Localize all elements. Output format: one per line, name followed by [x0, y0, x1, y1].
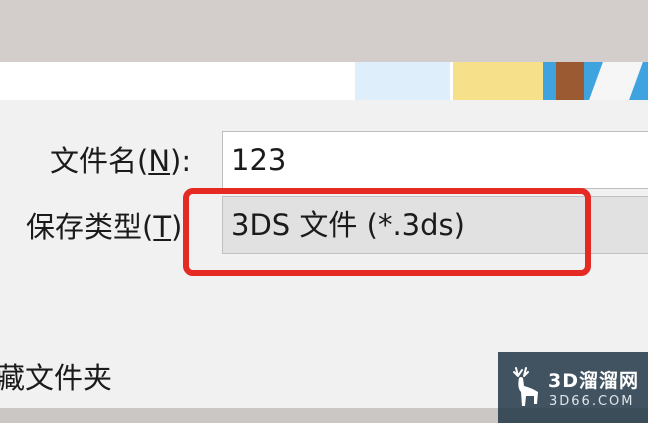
- watermark: 3D溜溜网 3D66.COM: [498, 352, 648, 423]
- watermark-name: 3D溜溜网: [548, 370, 639, 392]
- file-thumbnail: [355, 62, 450, 100]
- folder-thumbnail: [453, 62, 543, 100]
- filetype-label-text: 保存类型(: [26, 210, 154, 244]
- hide-folders-label: 藏文件夹: [0, 361, 113, 395]
- filetype-label: 保存类型(T):: [26, 209, 192, 245]
- filename-label-suffix: ):: [170, 144, 192, 178]
- filetype-hotkey: T: [153, 210, 172, 244]
- hide-folders-toggle[interactable]: 藏文件夹: [0, 360, 112, 396]
- background-top: [0, 0, 648, 62]
- file-preview-strip: [0, 62, 648, 100]
- highlight-box: [183, 188, 591, 276]
- deer-logo-icon: [513, 367, 538, 406]
- filename-label-text: 文件名(: [50, 144, 149, 178]
- watermark-domain: 3D66.COM: [549, 394, 635, 409]
- image-thumbnail-detail: [556, 62, 584, 100]
- filename-label: 文件名(N):: [50, 143, 191, 179]
- filename-hotkey: N: [148, 144, 171, 178]
- filename-field[interactable]: [222, 131, 648, 189]
- filename-input[interactable]: [223, 132, 648, 188]
